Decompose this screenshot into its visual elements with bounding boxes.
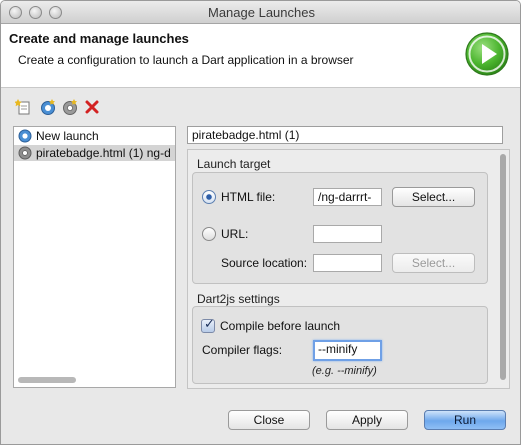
header-banner: Create and manage launches Create a conf… (1, 24, 520, 88)
url-radio[interactable] (202, 227, 216, 241)
window-title: Manage Launches (208, 5, 315, 20)
launch-name-field[interactable] (187, 126, 503, 144)
settings-vertical-scrollbar[interactable] (500, 154, 506, 380)
run-play-icon (465, 32, 509, 76)
launch-target-heading: Launch target (197, 157, 271, 171)
source-location-select-button[interactable]: Select... (392, 253, 475, 273)
compiler-flags-label: Compiler flags: (202, 343, 283, 357)
browser-launch-icon (18, 146, 32, 160)
html-file-field[interactable]: /ng-darrrt- (313, 188, 382, 206)
delete-icon[interactable] (83, 98, 101, 116)
launch-settings-pane: Launch target HTML file: /ng-darrrt- Sel… (187, 149, 510, 389)
html-file-radio[interactable] (202, 190, 216, 204)
list-horizontal-scrollbar[interactable] (18, 377, 76, 383)
manage-launches-dialog: Manage Launches Create and manage launch… (0, 0, 521, 445)
compiler-flags-field[interactable]: --minify (313, 340, 382, 361)
launch-list[interactable]: New launch piratebadge.html (1) ng-d (13, 126, 176, 388)
url-field[interactable] (313, 225, 382, 243)
dart2js-settings-group: ✓ Compile before launch Compiler flags: … (192, 306, 488, 384)
list-item-label: piratebadge.html (1) ng-d (36, 146, 171, 160)
close-button[interactable]: Close (228, 410, 310, 430)
list-item-piratebadge[interactable]: piratebadge.html (1) ng-d (14, 145, 175, 161)
launch-target-group: HTML file: /ng-darrrt- Select... URL: So… (192, 172, 488, 284)
compile-before-launch-checkbox[interactable]: ✓ (201, 317, 215, 333)
url-label: URL: (221, 227, 249, 241)
dart-launch-icon (18, 129, 32, 143)
list-item-new-launch[interactable]: New launch (14, 128, 175, 144)
banner-title: Create and manage launches (9, 31, 189, 46)
list-item-label: New launch (36, 129, 99, 143)
apply-button[interactable]: Apply (326, 410, 408, 430)
new-launch-icon[interactable] (15, 98, 33, 116)
html-file-label: HTML file: (221, 190, 276, 204)
dart2js-settings-heading: Dart2js settings (197, 292, 280, 306)
checkmark-icon: ✓ (204, 317, 215, 332)
compiler-flags-hint: (e.g. --minify) (312, 365, 377, 377)
html-file-select-button[interactable]: Select... (392, 187, 475, 207)
new-chrome-launch-icon[interactable] (61, 98, 79, 116)
compile-before-launch-label: Compile before launch (220, 319, 341, 333)
new-dart-launch-icon[interactable] (39, 98, 57, 116)
source-location-field[interactable] (313, 254, 382, 272)
source-location-label: Source location: (221, 256, 308, 270)
run-button[interactable]: Run (424, 410, 506, 430)
title-bar: Manage Launches (1, 1, 520, 24)
banner-description: Create a configuration to launch a Dart … (18, 53, 354, 67)
